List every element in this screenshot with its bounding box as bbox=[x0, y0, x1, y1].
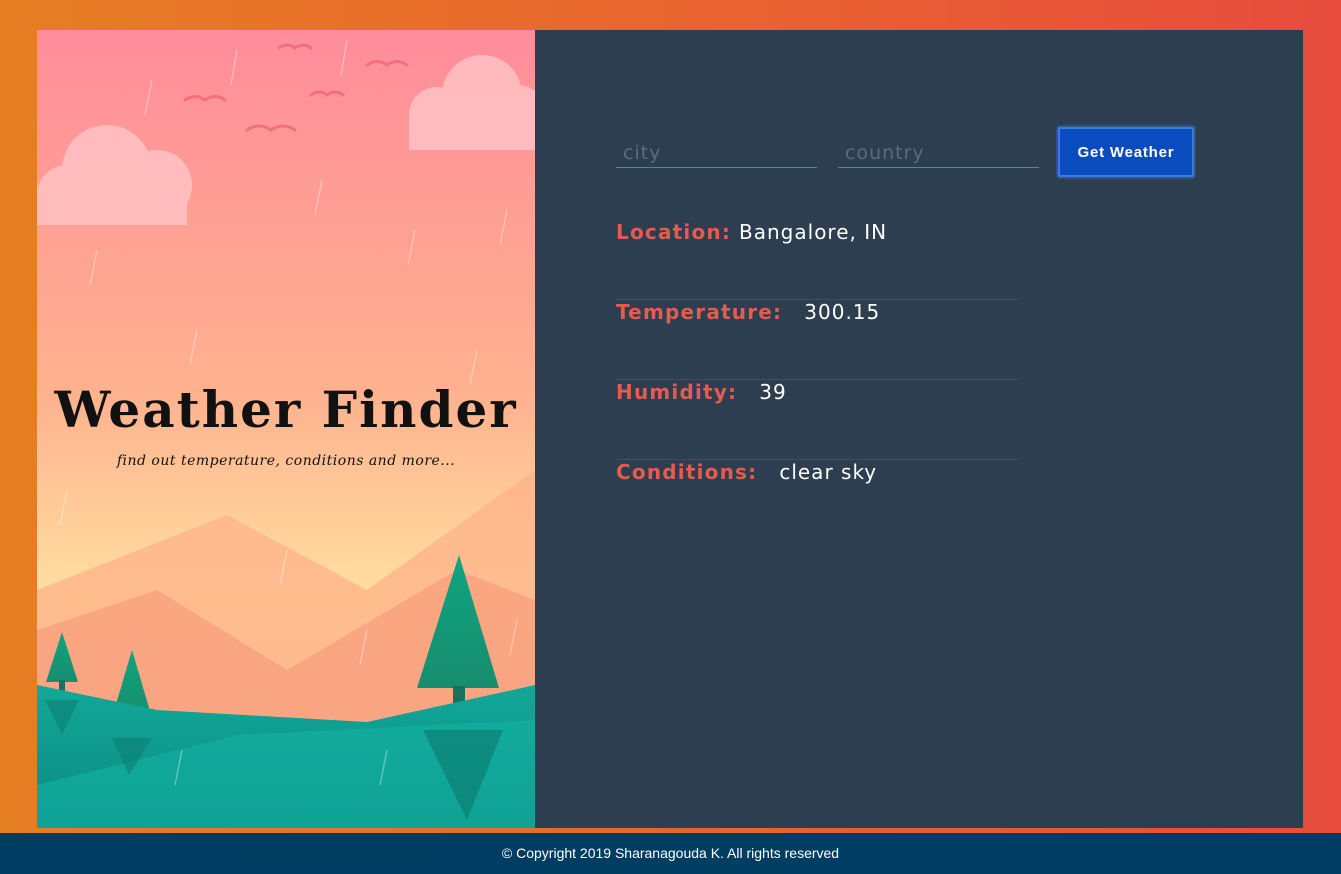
footer: © Copyright 2019 Sharanagouda K. All rig… bbox=[0, 833, 1341, 874]
conditions-label: Conditions: bbox=[616, 460, 758, 484]
location-row: Location: Bangalore, IN bbox=[616, 220, 1019, 300]
country-input[interactable] bbox=[838, 138, 1039, 168]
temperature-row: Temperature: 300.15 bbox=[616, 300, 1019, 380]
humidity-value: 39 bbox=[759, 380, 787, 404]
location-label: Location: bbox=[616, 220, 732, 244]
hero-panel: Weather Finder find out temperature, con… bbox=[37, 30, 535, 828]
conditions-value: clear sky bbox=[779, 460, 878, 484]
humidity-row: Humidity: 39 bbox=[616, 380, 1019, 460]
city-input[interactable] bbox=[616, 138, 817, 168]
location-value: Bangalore, IN bbox=[739, 220, 888, 244]
weather-panel: Get Weather Location: Bangalore, IN Temp… bbox=[535, 30, 1303, 828]
temperature-label: Temperature: bbox=[616, 300, 783, 324]
app-subtitle: find out temperature, conditions and mor… bbox=[116, 453, 456, 469]
conditions-row: Conditions: clear sky bbox=[616, 460, 1019, 540]
footer-copyright: © Copyright 2019 Sharanagouda K. All rig… bbox=[501, 845, 840, 861]
get-weather-button[interactable]: Get Weather bbox=[1058, 127, 1194, 177]
app-title: Weather Finder bbox=[54, 380, 518, 439]
humidity-label: Humidity: bbox=[616, 380, 738, 404]
temperature-value: 300.15 bbox=[804, 300, 881, 324]
hero-titles: Weather Finder find out temperature, con… bbox=[37, 380, 535, 470]
